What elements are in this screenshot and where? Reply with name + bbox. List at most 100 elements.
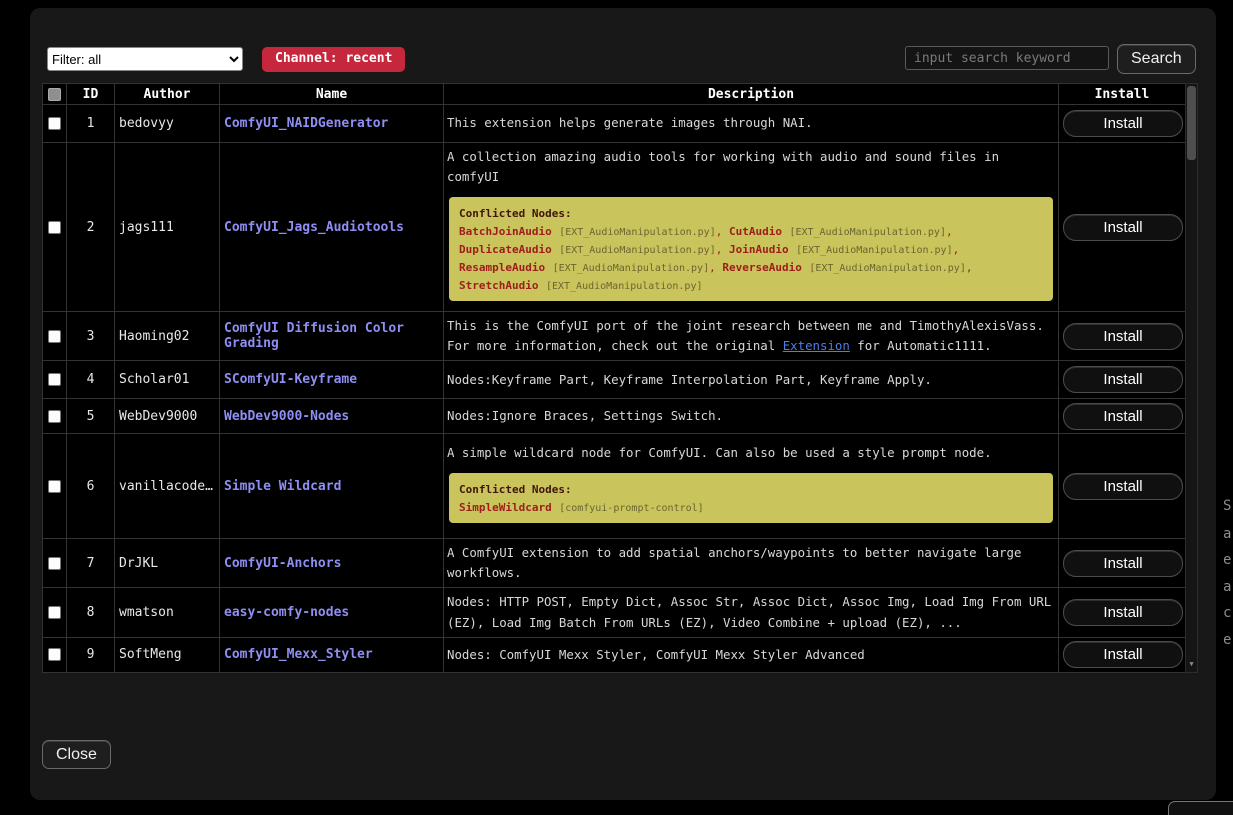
row-author: Haoming02 [115,312,220,361]
conflict-node-name: SimpleWildcard [459,501,552,514]
scrollbar-down-arrow-icon[interactable]: ▼ [1186,658,1197,671]
row-select-cell [43,539,67,588]
row-select-cell [43,588,67,637]
row-select-checkbox[interactable] [48,606,61,619]
row-description: A ComfyUI extension to add spatial ancho… [444,539,1059,588]
close-button[interactable]: Close [42,740,111,769]
conflict-node-name: JoinAudio [729,243,789,256]
nodes-table-scroll-area: ID Author Name Description Install 1 bed… [42,83,1185,673]
conflict-node-source: [EXT_AudioManipulation.py] [559,245,716,256]
row-select-cell [43,399,67,434]
node-name-link[interactable]: ComfyUI_NAIDGenerator [224,116,388,131]
conflict-item: ReverseAudio [EXT_AudioManipulation.py] [722,259,972,274]
conflict-node-name: CutAudio [729,225,782,238]
install-button[interactable]: Install [1063,473,1183,500]
conflict-node-name: ResampleAudio [459,261,545,274]
row-select-checkbox[interactable] [48,330,61,343]
row-install-cell: Install [1059,105,1186,143]
conflict-node-source: [EXT_AudioManipulation.py] [796,245,953,256]
row-select-checkbox[interactable] [48,480,61,493]
search-button[interactable]: Search [1117,44,1196,74]
row-install-cell: Install [1059,637,1186,672]
conflict-item: DuplicateAudio [EXT_AudioManipulation.py… [459,241,729,256]
table-row: 4 Scholar01 SComfyUI-Keyframe Nodes:Keyf… [43,361,1186,399]
install-button[interactable]: Install [1063,403,1183,430]
nodes-table: ID Author Name Description Install 1 bed… [42,83,1185,673]
install-button[interactable]: Install [1063,110,1183,137]
node-name-link[interactable]: ComfyUI_Jags_Audiotools [224,220,404,235]
row-select-checkbox[interactable] [48,557,61,570]
custom-nodes-manager-dialog: Filter: all Channel: recent Search ID Au [30,8,1216,800]
row-id: 9 [67,637,115,672]
row-id: 1 [67,105,115,143]
table-scrollbar[interactable]: ▼ [1185,83,1198,673]
row-select-checkbox[interactable] [48,221,61,234]
install-button[interactable]: Install [1063,641,1183,668]
table-header-row: ID Author Name Description Install [43,84,1186,105]
conflict-box: Conflicted Nodes: SimpleWildcard [comfyu… [449,473,1053,523]
conflict-node-source: [EXT_AudioManipulation.py] [559,227,716,238]
conflict-node-name: DuplicateAudio [459,243,552,256]
install-button[interactable]: Install [1063,323,1183,350]
install-button[interactable]: Install [1063,599,1183,626]
node-name-link[interactable]: easy-comfy-nodes [224,605,349,620]
table-row: 9 SoftMeng ComfyUI_Mexx_Styler Nodes: Co… [43,637,1186,672]
node-name-link[interactable]: ComfyUI-Anchors [224,556,341,571]
row-select-cell [43,434,67,539]
table-row: 7 DrJKL ComfyUI-Anchors A ComfyUI extens… [43,539,1186,588]
row-description: Nodes: Yolov8Detection, Yolov8Segmentati… [444,672,1059,673]
row-id: 5 [67,399,115,434]
description-text: for Automatic1111. [850,338,992,353]
row-install-cell: Install [1059,312,1186,361]
row-select-checkbox[interactable] [48,410,61,423]
node-name-link[interactable]: ComfyUI_Mexx_Styler [224,647,373,662]
background-text-fragment: c [1223,605,1231,621]
row-author: jags111 [115,143,220,312]
background-text-fragment: e [1223,632,1231,648]
row-id: 10 [67,672,115,673]
node-name-link[interactable]: WebDev9000-Nodes [224,409,349,424]
filter-select[interactable]: Filter: all [47,47,243,71]
install-button[interactable]: Install [1063,366,1183,393]
search-input[interactable] [905,46,1109,70]
node-name-link[interactable]: SComfyUI-Keyframe [224,372,357,387]
row-select-checkbox[interactable] [48,373,61,386]
conflict-item: StretchAudio [EXT_AudioManipulation.py] [459,277,703,292]
header-author: Author [115,84,220,105]
conflict-node-source: [EXT_AudioManipulation.py] [789,227,946,238]
row-id: 2 [67,143,115,312]
table-row: 1 bedovyy ComfyUI_NAIDGenerator This ext… [43,105,1186,143]
page: S a e a c e Filter: all Channel: recent … [0,0,1233,815]
node-name-link[interactable]: Simple Wildcard [224,479,341,494]
extension-link[interactable]: Extension [783,338,850,353]
conflict-item: SimpleWildcard [comfyui-prompt-control] [459,499,704,514]
channel-badge[interactable]: Channel: recent [262,47,405,72]
partial-background-button[interactable] [1168,801,1233,815]
row-author: zcfrank1st [115,672,220,673]
conflict-node-source: [EXT_AudioManipulation.py] [553,263,710,274]
row-author: Scholar01 [115,361,220,399]
scrollbar-thumb[interactable] [1187,86,1196,160]
conflict-title: Conflicted Nodes: [459,483,572,496]
select-all-checkbox[interactable] [48,88,61,101]
row-description: This extension helps generate images thr… [444,105,1059,143]
row-id: 8 [67,588,115,637]
row-select-checkbox[interactable] [48,648,61,661]
row-id: 4 [67,361,115,399]
conflict-node-source: [EXT_AudioManipulation.py] [809,263,966,274]
row-select-cell [43,312,67,361]
install-button[interactable]: Install [1063,214,1183,241]
row-install-cell: Install [1059,434,1186,539]
install-button[interactable]: Install [1063,550,1183,577]
row-select-cell [43,361,67,399]
row-select-checkbox[interactable] [48,117,61,130]
row-description-cell: This is the ComfyUI port of the joint re… [444,312,1059,361]
header-id: ID [67,84,115,105]
table-row: 5 WebDev9000 WebDev9000-Nodes Nodes:Igno… [43,399,1186,434]
row-select-cell [43,637,67,672]
node-name-link[interactable]: ComfyUI Diffusion Color Grading [224,321,404,351]
row-id: 6 [67,434,115,539]
conflict-node-source: [comfyui-prompt-control] [559,503,704,514]
conflict-node-name: ReverseAudio [722,261,801,274]
conflict-node-source: [EXT_AudioManipulation.py] [546,281,703,292]
